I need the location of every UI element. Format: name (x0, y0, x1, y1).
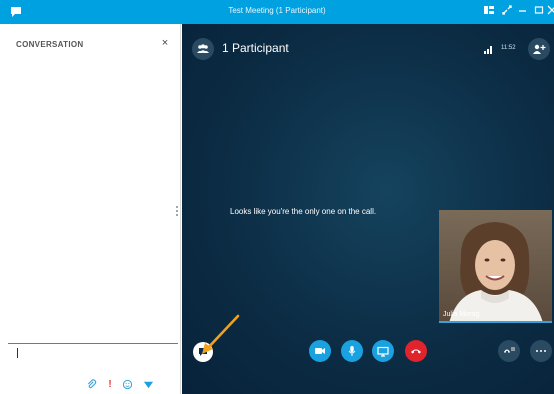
fullscreen-icon[interactable] (500, 4, 514, 18)
add-person-button[interactable] (528, 38, 550, 60)
video-button[interactable] (309, 340, 331, 362)
call-time: 11:52 (501, 45, 516, 51)
participants-icon (197, 44, 209, 53)
more-options-button[interactable] (530, 340, 552, 362)
hang-up-button[interactable] (405, 340, 427, 362)
participants-count: 1 Participant (222, 41, 289, 55)
more-icon (536, 350, 546, 352)
signal-icon (484, 46, 492, 54)
attachment-icon[interactable] (85, 379, 97, 391)
send-icon[interactable] (142, 379, 154, 391)
participant-video[interactable]: Julia Morog (439, 210, 552, 323)
close-conversation-button[interactable]: × (158, 36, 172, 50)
empty-call-message: Looks like you're the only one on the ca… (230, 207, 377, 216)
microphone-icon (348, 346, 356, 356)
importance-icon[interactable]: ! (104, 379, 116, 391)
participant-photo (439, 210, 552, 323)
share-screen-button[interactable] (372, 340, 394, 362)
hang-up-icon (411, 349, 421, 354)
conversation-header: CONVERSATION (16, 40, 84, 49)
dialpad-button[interactable] (498, 340, 520, 362)
layout-icon[interactable] (482, 4, 496, 18)
emoji-icon[interactable] (121, 379, 133, 391)
window-title: Test Meeting (1 Participant) (228, 6, 326, 15)
video-icon (315, 348, 325, 354)
active-speaker-bar (439, 321, 552, 323)
close-icon[interactable] (546, 4, 554, 18)
title-bar: Test Meeting (1 Participant) (0, 0, 554, 24)
add-person-icon (533, 44, 546, 54)
annotation-arrow-icon (202, 314, 240, 354)
input-divider (8, 343, 178, 344)
participants-button[interactable] (192, 38, 214, 60)
message-input[interactable] (17, 348, 18, 358)
maximize-icon[interactable] (532, 4, 546, 18)
pane-splitter[interactable] (176, 206, 179, 222)
participant-name: Julia Morog (443, 311, 480, 318)
share-screen-icon (377, 346, 389, 357)
conversation-pane: CONVERSATION × ! (0, 24, 181, 394)
dialpad-icon (504, 347, 515, 353)
microphone-button[interactable] (341, 340, 363, 362)
minimize-icon[interactable] (516, 4, 530, 18)
